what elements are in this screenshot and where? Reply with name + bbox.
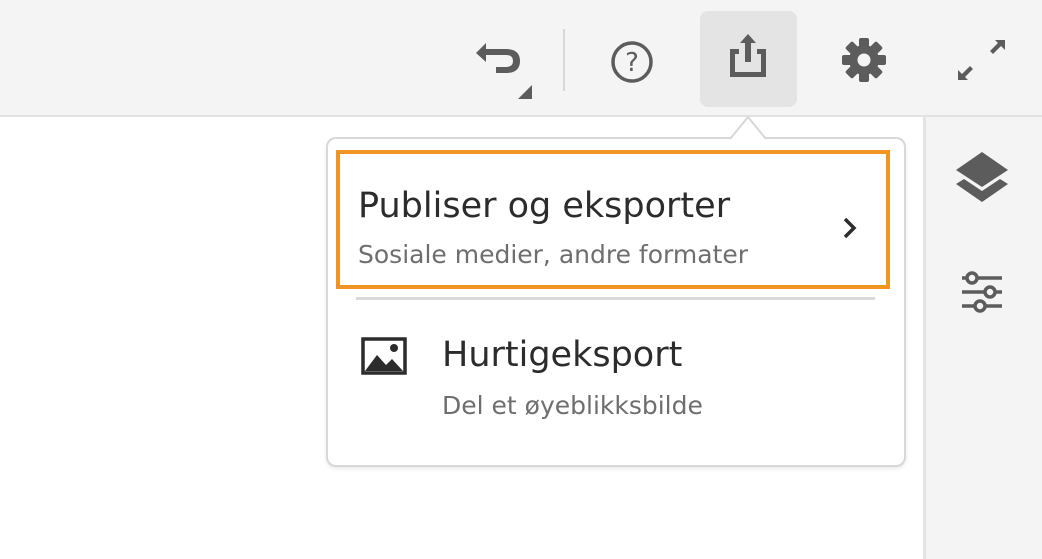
menu-item-subtitle: Sosiale medier, andre formater [358, 240, 748, 269]
expand-icon[interactable] [955, 36, 1007, 84]
svg-text:?: ? [625, 48, 639, 78]
help-icon[interactable]: ? [608, 38, 656, 86]
toolbar-divider [563, 29, 565, 91]
menu-item-title: Hurtigeksport [442, 335, 683, 375]
menu-divider [356, 297, 875, 300]
gear-icon[interactable] [840, 36, 888, 84]
chevron-right-icon [838, 214, 862, 242]
menu-item-quick-export[interactable] [340, 305, 890, 455]
menu-item-title: Publiser og eksporter [358, 186, 731, 226]
layers-icon[interactable] [954, 150, 1010, 206]
menu-item-subtitle: Del et øyeblikksbilde [442, 391, 703, 420]
sliders-icon[interactable] [958, 270, 1006, 314]
image-icon [361, 337, 407, 375]
undo-icon[interactable] [468, 35, 538, 100]
share-export-icon[interactable] [726, 33, 770, 79]
